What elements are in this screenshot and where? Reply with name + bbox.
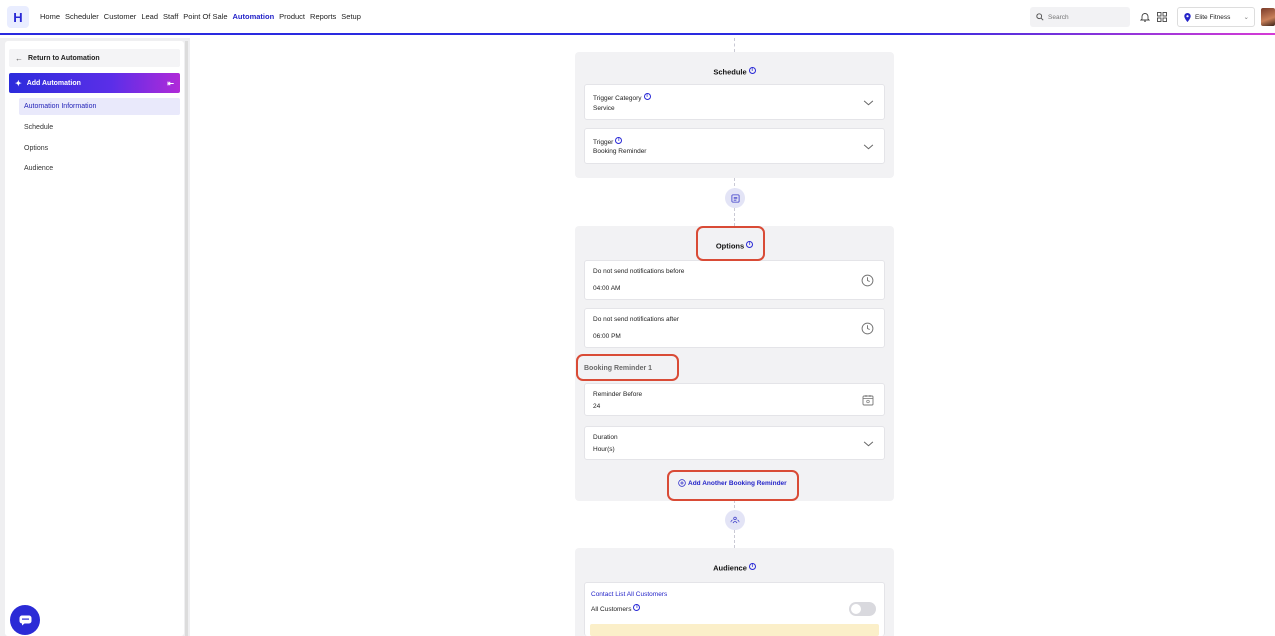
schedule-card: Schedule i Trigger Category i Service Trig… [575, 52, 894, 178]
sidebar: ← Return to Automation ✦ Add Automation … [5, 41, 184, 636]
nav-reports[interactable]: Reports [310, 12, 336, 21]
notify-before-field[interactable]: Do not send notifications before 04:00 A… [584, 260, 885, 300]
highlight-add-reminder [667, 470, 799, 501]
app-logo[interactable]: H [7, 6, 29, 28]
schedule-title-text: Schedule [713, 67, 747, 77]
notify-before-label: Do not send notifications before [593, 268, 685, 275]
audience-title: Audience i [575, 563, 894, 573]
all-customers-label: All Customers i [591, 604, 641, 614]
chat-button[interactable] [10, 605, 40, 635]
chevron-down-icon [863, 144, 874, 150]
trigger-label: Trigger i [593, 137, 623, 147]
nav-customer[interactable]: Customer [104, 12, 137, 21]
collapse-sidebar-icon[interactable]: ⇤ [167, 79, 174, 88]
location-name: Elite Fitness [1195, 13, 1231, 21]
trigger-label-text: Trigger [593, 139, 614, 147]
notify-after-field[interactable]: Do not send notifications after 06:00 PM [584, 308, 885, 348]
nav-accent-line [0, 33, 1275, 35]
location-selector[interactable]: Elite Fitness ⌄ [1177, 7, 1255, 27]
chevron-down-icon [863, 100, 874, 106]
apps-grid-icon[interactable] [1157, 12, 1167, 22]
arrow-left-icon: ← [15, 53, 23, 63]
main-nav: Home Scheduler Customer Lead Staff Point… [40, 12, 361, 21]
return-to-automation-button[interactable]: ← Return to Automation [9, 49, 180, 67]
user-avatar[interactable] [1261, 8, 1275, 26]
chevron-down-icon: ⌄ [1243, 14, 1249, 21]
trigger-category-label: Trigger Category i [593, 93, 651, 102]
trigger-category-select[interactable]: Trigger Category i Service [584, 84, 885, 120]
list-icon [730, 193, 740, 203]
bell-icon[interactable] [1140, 12, 1150, 22]
nav-setup[interactable]: Setup [341, 12, 361, 21]
clock-icon[interactable] [861, 274, 874, 287]
audience-icon [730, 516, 740, 523]
trigger-category-label-text: Trigger Category [593, 95, 642, 103]
trigger-value: Booking Reminder [593, 148, 647, 155]
schedule-title: Schedule i [575, 67, 894, 77]
nav-product[interactable]: Product [279, 12, 305, 21]
duration-label: Duration [593, 434, 618, 441]
trigger-select[interactable]: Trigger i Booking Reminder [584, 128, 885, 164]
magic-wand-icon: ✦ [15, 78, 22, 88]
info-icon[interactable]: i [748, 67, 756, 74]
clock-icon[interactable] [861, 322, 874, 335]
all-customers-label-text: All Customers [591, 606, 632, 614]
chat-icon [19, 615, 31, 625]
contact-list-link[interactable]: Contact List All Customers [591, 591, 667, 598]
reminder-before-field[interactable]: Reminder Before 24 [584, 383, 885, 416]
sidebar-item-audience[interactable]: Audience [19, 160, 180, 177]
highlight-options-title [696, 226, 765, 261]
warning-banner [590, 624, 879, 636]
nav-point-of-sale[interactable]: Point Of Sale [183, 12, 227, 21]
reminder-before-label: Reminder Before [593, 391, 643, 398]
nav-lead[interactable]: Lead [141, 12, 158, 21]
info-icon[interactable]: i [643, 93, 651, 100]
return-label: Return to Automation [28, 54, 100, 62]
notify-after-value: 06:00 PM [593, 333, 621, 340]
location-pin-icon [1184, 12, 1191, 22]
nav-home[interactable]: Home [40, 12, 60, 21]
sidebar-scrollbar[interactable] [185, 41, 188, 636]
info-icon[interactable]: i [615, 137, 623, 144]
calendar-icon[interactable] [862, 394, 874, 406]
notify-before-value: 04:00 AM [593, 285, 621, 292]
sidebar-item-options[interactable]: Options [19, 140, 180, 157]
flow-connector [725, 510, 745, 530]
reminder-before-value: 24 [593, 403, 601, 410]
info-icon[interactable]: i [633, 604, 641, 611]
nav-scheduler[interactable]: Scheduler [65, 12, 99, 21]
info-icon[interactable]: i [748, 563, 756, 570]
flow-connector [725, 188, 745, 208]
nav-automation[interactable]: Automation [233, 12, 275, 21]
search-icon [1036, 13, 1044, 21]
top-nav-bar: H Home Scheduler Customer Lead Staff Poi… [0, 0, 1275, 34]
sidebar-item-automation-information[interactable]: Automation Information [19, 98, 180, 115]
add-automation-label: Add Automation [26, 79, 81, 87]
duration-value: Hour(s) [593, 446, 615, 453]
search-box [1030, 7, 1130, 27]
all-customers-toggle[interactable] [849, 602, 876, 616]
add-automation-header: ✦ Add Automation ⇤ [9, 73, 180, 93]
nav-staff[interactable]: Staff [163, 12, 178, 21]
notify-after-label: Do not send notifications after [593, 316, 679, 323]
sidebar-item-schedule[interactable]: Schedule [19, 119, 180, 136]
audience-title-text: Audience [713, 563, 747, 573]
logo-letter: H [13, 9, 23, 25]
search-input[interactable] [1048, 13, 1128, 21]
audience-card: Audience i Contact List All Customers All… [575, 548, 894, 636]
duration-select[interactable]: Duration Hour(s) [584, 426, 885, 460]
highlight-booking-reminder [576, 354, 679, 381]
flow-line [734, 38, 735, 52]
chevron-down-icon [863, 441, 874, 447]
trigger-category-value: Service [593, 105, 615, 112]
